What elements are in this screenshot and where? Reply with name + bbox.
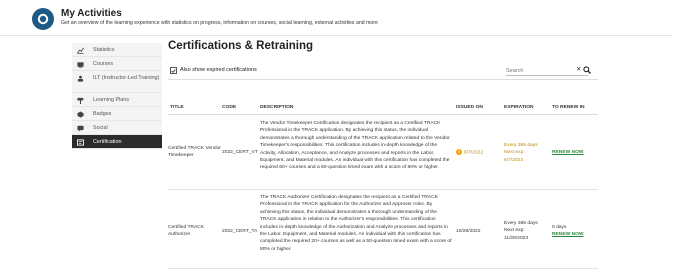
cert-title: Certified TRACK Authorizer	[168, 225, 205, 238]
cert-title: Certified TRACK Vendor Timekeeper	[168, 146, 221, 159]
show-expired-checkbox[interactable]	[170, 67, 177, 74]
sidebar-item-label: Badges	[93, 111, 112, 117]
table-row: Certified TRACK Authorizer 2022_CERT_TA …	[168, 191, 598, 269]
sidebar-item-ilt[interactable]: ILT (Instructor-Led Training)	[72, 71, 162, 93]
sidebar-item-label: Learning Plans	[93, 97, 129, 103]
column-expiration[interactable]: EXPIRATION	[504, 105, 534, 110]
renew-days: 0 days	[552, 225, 567, 230]
chart-icon	[76, 46, 85, 54]
column-title[interactable]: TITLE	[170, 105, 184, 110]
section-title: Certifications & Retraining	[168, 40, 314, 52]
certificate-icon	[76, 138, 85, 146]
column-code[interactable]: CODE	[222, 105, 236, 110]
search-icon[interactable]	[583, 66, 591, 74]
table-header: TITLE CODE DESCRIPTION ISSUED ON EXPIRAT…	[168, 103, 598, 115]
expiration-cell: Every 365 days Next exp: 6/7/2023	[504, 142, 552, 164]
sidebar-item-courses[interactable]: Courses	[72, 57, 162, 71]
warning-icon: !	[456, 149, 462, 155]
toolbar: Also show expired certifications ✕	[168, 64, 598, 80]
sidebar-item-badges[interactable]: Badges	[72, 107, 162, 121]
cert-description: The Vendor Timekeeper Certification desi…	[260, 121, 450, 171]
sidebar-item-certification[interactable]: Certification	[72, 135, 162, 149]
renew-now-link[interactable]: RENEW NOW	[552, 232, 584, 237]
issued-on-date: 6/7/2022	[464, 150, 484, 156]
main-content: Certifications & Retraining Also show ex…	[168, 40, 598, 269]
clear-search-icon[interactable]: ✕	[576, 66, 581, 74]
search-input[interactable]	[506, 66, 568, 75]
renew-cell: 0 days RENEW NOW	[552, 224, 598, 239]
column-to-renew-in[interactable]: TO RENEW IN	[552, 105, 585, 110]
ilt-icon	[76, 74, 85, 82]
sidebar: Statistics Courses ILT (Instructor-Led T…	[72, 43, 162, 149]
sidebar-item-label: Certification	[93, 139, 122, 145]
sidebar-item-label: ILT (Instructor-Led Training)	[93, 75, 160, 81]
table-row: Certified TRACK Vendor Timekeeper 2022_C…	[168, 116, 598, 190]
sidebar-item-label: Social	[93, 125, 108, 131]
cert-description: The TRACK Authorizer Certification desig…	[260, 195, 452, 252]
issued-on-cell: ! 6/7/2022	[456, 149, 504, 157]
expiration-cell: Every 365 days Next exp: 11/28/2023	[504, 220, 552, 242]
signpost-icon	[76, 96, 85, 104]
expiration-next-date: 11/28/2023	[504, 235, 529, 241]
page-title: My Activities	[61, 8, 122, 19]
checkmark-icon	[171, 68, 176, 73]
page-subtitle: Get an overview of the learning experien…	[61, 20, 378, 26]
app-header: My Activities Get an overview of the lea…	[0, 0, 673, 36]
renew-cell: RENEW NOW	[552, 149, 598, 156]
expiration-frequency: Every 365 days	[504, 221, 538, 226]
app-logo-icon	[32, 8, 54, 30]
sidebar-item-learning-plans[interactable]: Learning Plans	[72, 93, 162, 107]
column-issued-on[interactable]: ISSUED ON	[456, 105, 483, 110]
cert-code: 2022_CERT_VT	[222, 150, 258, 155]
renew-now-link[interactable]: RENEW NOW	[552, 150, 584, 155]
search-box: ✕	[506, 66, 591, 76]
show-expired-label: Also show expired certifications	[180, 67, 257, 73]
badge-icon	[76, 110, 85, 118]
expiration-next-label: Next exp:	[504, 150, 525, 156]
sidebar-item-social[interactable]: Social	[72, 121, 162, 135]
sidebar-item-statistics[interactable]: Statistics	[72, 43, 162, 57]
column-description[interactable]: DESCRIPTION	[260, 105, 293, 110]
issued-on-date: 10/28/2022	[456, 229, 481, 234]
chat-icon	[76, 124, 85, 132]
expiration-next-label: Next exp:	[504, 228, 525, 234]
sidebar-item-label: Courses	[93, 61, 114, 67]
expiration-frequency: Every 365 days	[504, 143, 538, 148]
courses-icon	[76, 60, 85, 68]
sidebar-item-label: Statistics	[93, 47, 115, 53]
expiration-next-date: 6/7/2023	[504, 157, 524, 163]
cert-code: 2022_CERT_TA	[222, 229, 258, 234]
